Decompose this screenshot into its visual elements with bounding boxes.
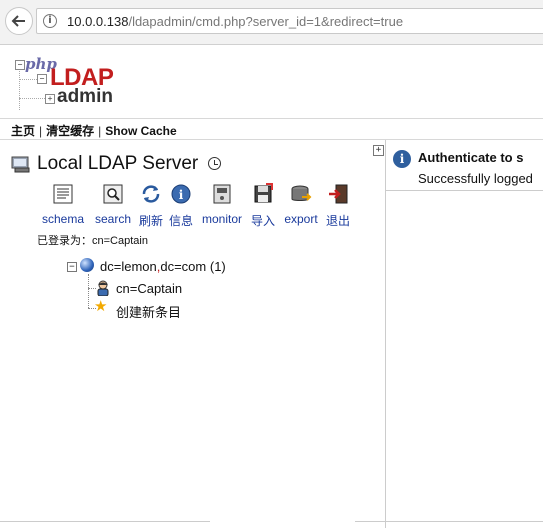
toolbar-import[interactable]: 导入 <box>249 183 277 229</box>
content-panel <box>386 140 543 528</box>
server-title: Local LDAP Server <box>37 153 199 174</box>
expand-panel-button[interactable]: + <box>373 145 384 156</box>
info-icon: i <box>393 150 411 168</box>
schema-icon <box>52 183 74 205</box>
globe-icon <box>80 258 94 272</box>
star-icon: ★ <box>94 297 108 315</box>
divider <box>386 190 543 191</box>
menu-show-cache-link[interactable]: Show Cache <box>105 124 176 138</box>
phpldapadmin-logo[interactable]: − − + php LDAP admin <box>10 52 120 114</box>
search-icon <box>102 183 124 205</box>
message-title: Authenticate to s <box>418 150 524 165</box>
collapse-toggle-icon[interactable]: − <box>67 262 77 272</box>
logout-icon <box>327 183 349 205</box>
browser-toolbar: i 10.0.0.138/ldapadmin/cmd.php?server_id… <box>0 0 543 45</box>
url-text[interactable]: 10.0.0.138/ldapadmin/cmd.php?server_id=1… <box>67 14 403 29</box>
address-bar[interactable]: i 10.0.0.138/ldapadmin/cmd.php?server_id… <box>36 8 543 34</box>
logged-in-as-text: 已登录为：cn=Captain <box>37 235 148 247</box>
tree-root-entry[interactable]: dc=lemon,dc=com (1) <box>100 259 226 274</box>
import-icon <box>252 183 274 205</box>
server-icon <box>11 156 30 173</box>
info-icon[interactable]: i <box>43 14 57 28</box>
tree-entry-captain[interactable]: cn=Captain <box>116 281 182 296</box>
divider <box>355 521 543 522</box>
info-icon: i <box>170 183 192 205</box>
monitor-icon <box>211 183 233 205</box>
export-icon <box>290 183 312 205</box>
toolbar-search[interactable]: search <box>93 183 133 226</box>
back-button[interactable] <box>5 7 33 35</box>
toolbar-info[interactable]: i 信息 <box>168 183 194 229</box>
divider <box>0 521 210 522</box>
menu-purge-cache-link[interactable]: 清空缓存 <box>46 124 94 138</box>
menu-home-link[interactable]: 主页 <box>11 124 35 138</box>
toolbar-monitor[interactable]: monitor <box>199 183 245 226</box>
user-icon <box>97 280 109 296</box>
toolbar-logout[interactable]: 退出 <box>325 183 351 229</box>
create-new-entry-link[interactable]: 创建新条目 <box>116 302 181 321</box>
toolbar-export[interactable]: export <box>281 183 321 226</box>
refresh-icon <box>140 183 162 205</box>
svg-text:i: i <box>179 188 184 202</box>
arrow-left-icon <box>11 15 25 27</box>
clock-icon[interactable] <box>208 157 221 170</box>
toolbar-schema[interactable]: schema <box>40 183 86 226</box>
message-body: Successfully logged <box>418 171 533 186</box>
toolbar-refresh[interactable]: 刷新 <box>137 183 165 229</box>
top-menu: 主页 | 清空缓存 | Show Cache <box>0 118 543 140</box>
